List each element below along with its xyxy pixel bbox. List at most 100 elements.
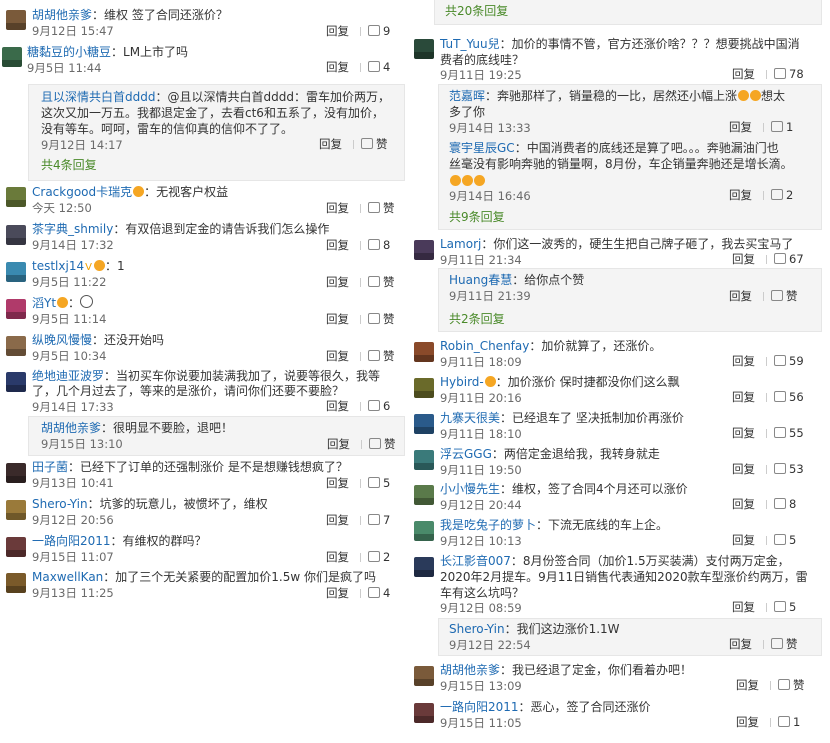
reply-button[interactable]: 回复 bbox=[326, 274, 349, 290]
user-avatar[interactable] bbox=[414, 521, 434, 541]
username-link[interactable]: Hybird- bbox=[440, 375, 484, 389]
like-button[interactable]: 5 bbox=[368, 475, 390, 491]
more-replies-link[interactable]: 共4条回复 bbox=[41, 157, 97, 173]
like-button[interactable]: 赞 bbox=[368, 274, 395, 290]
user-avatar[interactable] bbox=[6, 537, 26, 557]
username-link[interactable]: 我是吃兔子的萝卜 bbox=[440, 518, 536, 532]
user-avatar[interactable] bbox=[6, 10, 26, 30]
username-link[interactable]: 茶字典_shmily bbox=[32, 222, 113, 236]
username-link[interactable]: 胡胡他亲爹 bbox=[32, 8, 92, 22]
username-link[interactable]: 长江影音007 bbox=[440, 554, 511, 568]
user-avatar[interactable] bbox=[2, 47, 22, 67]
reply-button[interactable]: 回复 bbox=[326, 237, 349, 253]
like-button[interactable]: 59 bbox=[774, 353, 804, 369]
reply-button[interactable]: 回复 bbox=[729, 288, 752, 304]
like-button[interactable]: 赞 bbox=[369, 436, 396, 452]
like-button[interactable]: 2 bbox=[771, 187, 793, 203]
like-button[interactable]: 53 bbox=[774, 461, 804, 477]
user-avatar[interactable] bbox=[414, 240, 434, 260]
username-link[interactable]: testlxj14 bbox=[32, 259, 84, 273]
reply-button[interactable]: 回复 bbox=[326, 512, 349, 528]
user-avatar[interactable] bbox=[6, 372, 26, 392]
like-button[interactable]: 1 bbox=[778, 714, 800, 730]
reply-button[interactable]: 回复 bbox=[732, 461, 755, 477]
username-link[interactable]: 浮云GGG bbox=[440, 447, 492, 461]
reply-button[interactable]: 回复 bbox=[319, 136, 342, 152]
username-link[interactable]: 且以深情共白首dddd bbox=[41, 90, 155, 104]
like-button[interactable]: 4 bbox=[368, 59, 390, 75]
reply-button[interactable]: 回复 bbox=[326, 59, 349, 75]
user-avatar[interactable] bbox=[414, 557, 434, 577]
username-link[interactable]: TuT_Yuu兒 bbox=[440, 37, 500, 51]
like-button[interactable]: 78 bbox=[774, 66, 804, 82]
reply-button[interactable]: 回复 bbox=[326, 23, 349, 39]
like-button[interactable]: 6 bbox=[368, 398, 390, 414]
username-link[interactable]: Huang春慧 bbox=[449, 273, 512, 287]
reply-button[interactable]: 回复 bbox=[326, 311, 349, 327]
user-avatar[interactable] bbox=[414, 703, 434, 723]
reply-button[interactable]: 回复 bbox=[326, 585, 349, 601]
reply-button[interactable]: 回复 bbox=[732, 532, 755, 548]
user-avatar[interactable] bbox=[414, 666, 434, 686]
user-avatar[interactable] bbox=[414, 378, 434, 398]
username-link[interactable]: 小小慢先生 bbox=[440, 482, 500, 496]
more-replies-link[interactable]: 共20条回复 bbox=[445, 3, 508, 19]
reply-button[interactable]: 回复 bbox=[326, 398, 349, 414]
username-link[interactable]: 绝地迪亚波罗 bbox=[32, 369, 104, 383]
user-avatar[interactable] bbox=[6, 573, 26, 593]
reply-button[interactable]: 回复 bbox=[732, 66, 755, 82]
user-avatar[interactable] bbox=[414, 342, 434, 362]
user-avatar[interactable] bbox=[6, 262, 26, 282]
reply-button[interactable]: 回复 bbox=[736, 714, 759, 730]
like-button[interactable]: 55 bbox=[774, 425, 804, 441]
like-button[interactable]: 4 bbox=[368, 585, 390, 601]
like-button[interactable]: 5 bbox=[774, 599, 796, 615]
like-button[interactable]: 赞 bbox=[778, 677, 805, 693]
reply-button[interactable]: 回复 bbox=[732, 425, 755, 441]
reply-button[interactable]: 回复 bbox=[729, 636, 752, 652]
username-link[interactable]: MaxwellKan bbox=[32, 570, 103, 584]
user-avatar[interactable] bbox=[6, 187, 26, 207]
username-link[interactable]: 田子菌 bbox=[32, 460, 68, 474]
username-link[interactable]: Shero-Yin bbox=[32, 497, 88, 511]
user-avatar[interactable] bbox=[6, 299, 26, 319]
reply-button[interactable]: 回复 bbox=[732, 389, 755, 405]
username-link[interactable]: 寰宇星辰GC bbox=[449, 141, 515, 155]
like-button[interactable]: 赞 bbox=[361, 136, 388, 152]
like-button[interactable]: 2 bbox=[368, 549, 390, 565]
reply-button[interactable]: 回复 bbox=[736, 677, 759, 693]
user-avatar[interactable] bbox=[414, 414, 434, 434]
reply-button[interactable]: 回复 bbox=[326, 200, 349, 216]
username-link[interactable]: 滔Yt bbox=[32, 296, 56, 310]
username-link[interactable]: Crackgood卡瑞克 bbox=[32, 185, 132, 199]
user-avatar[interactable] bbox=[6, 225, 26, 245]
reply-button[interactable]: 回复 bbox=[729, 187, 752, 203]
username-link[interactable]: 九寨天很美 bbox=[440, 411, 500, 425]
like-button[interactable]: 赞 bbox=[368, 311, 395, 327]
user-avatar[interactable] bbox=[414, 485, 434, 505]
reply-button[interactable]: 回复 bbox=[732, 353, 755, 369]
username-link[interactable]: 胡胡他亲爹 bbox=[41, 421, 101, 435]
reply-button[interactable]: 回复 bbox=[326, 549, 349, 565]
user-avatar[interactable] bbox=[414, 450, 434, 470]
like-button[interactable]: 7 bbox=[368, 512, 390, 528]
reply-button[interactable]: 回复 bbox=[729, 119, 752, 135]
user-avatar[interactable] bbox=[6, 500, 26, 520]
like-button[interactable]: 赞 bbox=[368, 348, 395, 364]
reply-button[interactable]: 回复 bbox=[327, 436, 350, 452]
user-avatar[interactable] bbox=[6, 336, 26, 356]
like-button[interactable]: 赞 bbox=[368, 200, 395, 216]
like-button[interactable]: 赞 bbox=[771, 636, 798, 652]
username-link[interactable]: Robin_Chenfay bbox=[440, 339, 529, 353]
reply-button[interactable]: 回复 bbox=[326, 348, 349, 364]
reply-button[interactable]: 回复 bbox=[732, 496, 755, 512]
username-link[interactable]: 一路向阳2011 bbox=[440, 700, 519, 714]
username-link[interactable]: 糖黏豆的小糖豆 bbox=[27, 45, 111, 59]
user-avatar[interactable] bbox=[6, 463, 26, 483]
more-replies-link[interactable]: 共2条回复 bbox=[449, 311, 505, 327]
like-button[interactable]: 1 bbox=[771, 119, 793, 135]
reply-button[interactable]: 回复 bbox=[732, 251, 755, 267]
like-button[interactable]: 赞 bbox=[771, 288, 798, 304]
reply-button[interactable]: 回复 bbox=[732, 599, 755, 615]
user-avatar[interactable] bbox=[414, 39, 434, 59]
